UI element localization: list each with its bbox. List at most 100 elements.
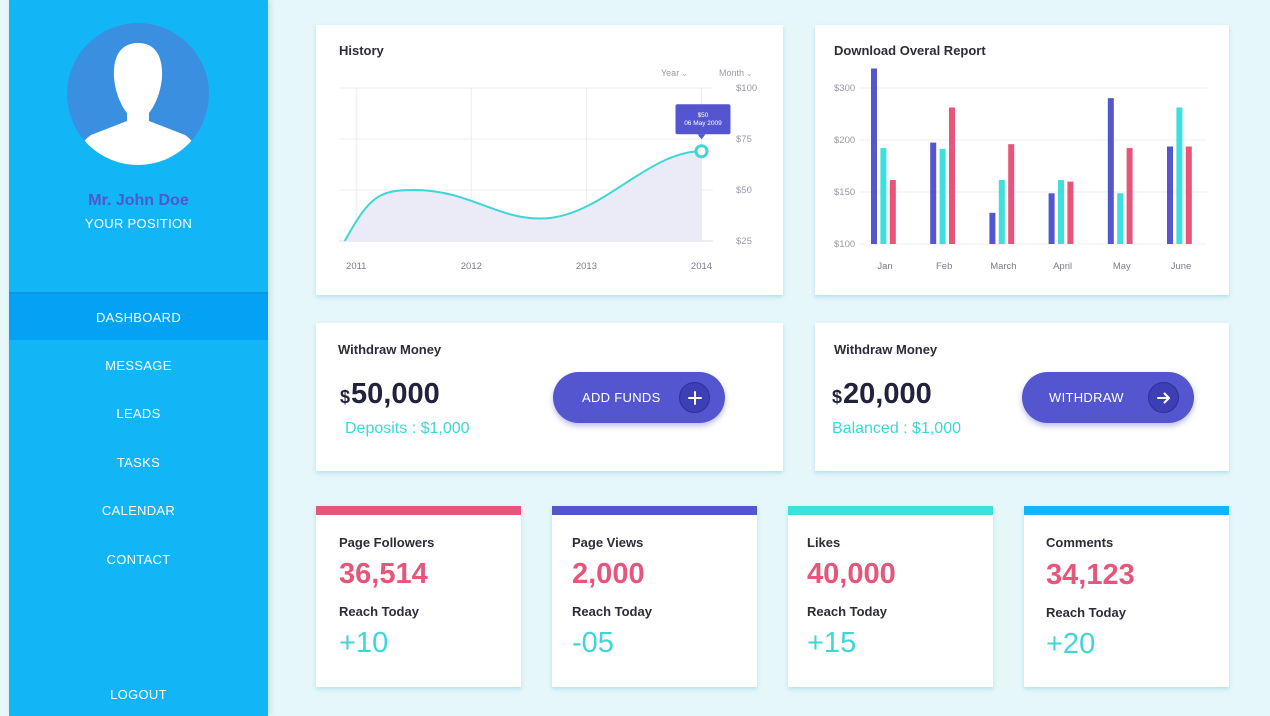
user-name: Mr. John Doe [88, 192, 189, 209]
withdraw-title: Withdraw Money [338, 342, 442, 357]
bar [1067, 181, 1074, 244]
y-tick-label: $100 [834, 239, 855, 250]
stat-title: Likes [807, 535, 841, 550]
logout-label: LOGOUT [110, 686, 167, 702]
x-tick-label: 2014 [691, 261, 712, 272]
amount-value: 20,000 [843, 378, 932, 410]
bar [930, 142, 937, 244]
stat-accent-bar [552, 506, 757, 515]
user-position: YOUR POSITION [84, 216, 193, 231]
x-tick-label: Jan [877, 261, 892, 272]
sidebar: Mr. John Doe YOUR POSITION DASHBOARD MES… [9, 0, 268, 716]
stat-delta: -05 [572, 627, 614, 659]
currency-symbol: $ [340, 387, 351, 407]
arrow-right-icon [1148, 382, 1179, 413]
y-tick-label: $50 [736, 185, 752, 196]
amount-value: 50,000 [351, 378, 440, 410]
bar [1058, 180, 1064, 244]
report-card: Download Overal Report $300 $200 $150 $100 J… [815, 25, 1229, 295]
add-funds-button[interactable]: ADD FUNDS [553, 372, 725, 423]
bar [1167, 146, 1173, 244]
withdraw-card-left: Withdraw Money $50,000 Deposits : $1,000… [316, 323, 783, 471]
x-tick-label: 2012 [461, 261, 482, 272]
nav-item-dashboard[interactable]: DASHBOARD [9, 292, 268, 340]
plus-icon [679, 382, 710, 413]
bar [880, 148, 887, 244]
stat-delta: +10 [339, 627, 389, 659]
x-tick-label: June [1171, 261, 1192, 272]
withdraw-card-right: Withdraw Money $20,000 Balanced : $1,000… [815, 323, 1229, 471]
bar [989, 212, 996, 244]
nav-label: CONTACT [106, 551, 171, 567]
bar [1126, 148, 1133, 244]
y-tick-label: $200 [834, 135, 855, 146]
stat-card-comments: Comments 34,123 Reach Today +20 [1024, 506, 1229, 687]
bar [1048, 193, 1055, 244]
stat-delta: +20 [1046, 628, 1096, 660]
bar [1107, 98, 1114, 244]
avatar[interactable] [67, 23, 209, 165]
y-tick-label: $150 [834, 187, 855, 198]
nav-item-tasks[interactable]: TASKS [9, 438, 268, 486]
bar [939, 148, 946, 244]
x-tick-label: Feb [936, 261, 952, 272]
withdraw-title: Withdraw Money [834, 342, 938, 357]
x-tick-label: May [1113, 261, 1131, 272]
balance-amount: $50,000 [340, 378, 440, 411]
bar [889, 180, 896, 244]
history-card: History Year ⌄ Month ⌄ $100 $75 $50 $25 2011 20… [316, 25, 783, 295]
stat-card-views: Page Views 2,000 Reach Today -05 [552, 506, 757, 687]
y-tick-label: $100 [736, 83, 757, 94]
bar [1008, 144, 1015, 244]
tooltip-value: $50 [698, 112, 709, 119]
stat-reach-label: Reach Today [1046, 605, 1126, 620]
withdraw-button[interactable]: WITHDRAW [1022, 372, 1194, 423]
logout-button[interactable]: LOGOUT [9, 670, 268, 716]
history-chart: $100$75$50$252011 2012 2013 2014$5006 May 2… [339, 83, 757, 272]
x-tick-label: 2013 [576, 261, 597, 272]
stat-title: Page Followers [339, 535, 435, 550]
deposits-text: Deposits : $1,000 [345, 420, 470, 437]
nav-item-message[interactable]: MESSAGE [9, 341, 268, 389]
stat-card-likes: Likes 40,000 Reach Today +15 [788, 506, 993, 687]
nav-item-contact[interactable]: CONTACT [9, 535, 268, 583]
bar [1117, 193, 1124, 244]
stat-value: 34,123 [1046, 559, 1135, 591]
bar [1185, 146, 1192, 244]
nav-item-calendar[interactable]: CALENDAR [9, 486, 268, 534]
report-chart: $300 $200 $150 $100 Jan Feb March April May June [834, 68, 1207, 272]
stat-reach-label: Reach Today [339, 604, 419, 619]
x-tick-label: March [990, 261, 1016, 272]
stat-value: 2,000 [572, 558, 645, 590]
bar [949, 107, 955, 244]
currency-symbol: $ [832, 387, 843, 407]
add-funds-label: ADD FUNDS [582, 390, 661, 405]
nav-label: DASHBOARD [95, 309, 182, 325]
x-tick-label: April [1053, 261, 1072, 272]
stat-reach-label: Reach Today [807, 604, 887, 619]
bar [998, 180, 1005, 244]
stat-value: 40,000 [807, 558, 896, 590]
y-tick-label: $75 [736, 134, 752, 145]
stat-card-followers: Page Followers 36,514 Reach Today +10 [316, 506, 521, 687]
y-tick-label: $25 [736, 236, 752, 247]
tooltip-pointer [697, 134, 706, 140]
stat-accent-bar [316, 506, 521, 515]
user-silhouette-icon [75, 43, 201, 165]
balanced-text: Balanced : $1,000 [832, 420, 961, 437]
nav-label: MESSAGE [105, 357, 172, 373]
stat-delta: +15 [807, 627, 857, 659]
area-fill [344, 151, 702, 241]
stat-accent-bar [788, 506, 993, 515]
bar [1176, 107, 1183, 244]
nav-label: CALENDAR [101, 502, 176, 518]
bar [871, 68, 877, 244]
stat-title: Page Views [572, 535, 644, 550]
stat-reach-label: Reach Today [572, 604, 652, 619]
withdraw-label: WITHDRAW [1049, 390, 1124, 405]
nav-item-leads[interactable]: LEADS [9, 389, 268, 437]
left-edge [0, 0, 9, 716]
y-tick-label: $300 [834, 83, 855, 94]
stat-accent-bar [1024, 506, 1229, 515]
nav-label: TASKS [116, 454, 161, 470]
